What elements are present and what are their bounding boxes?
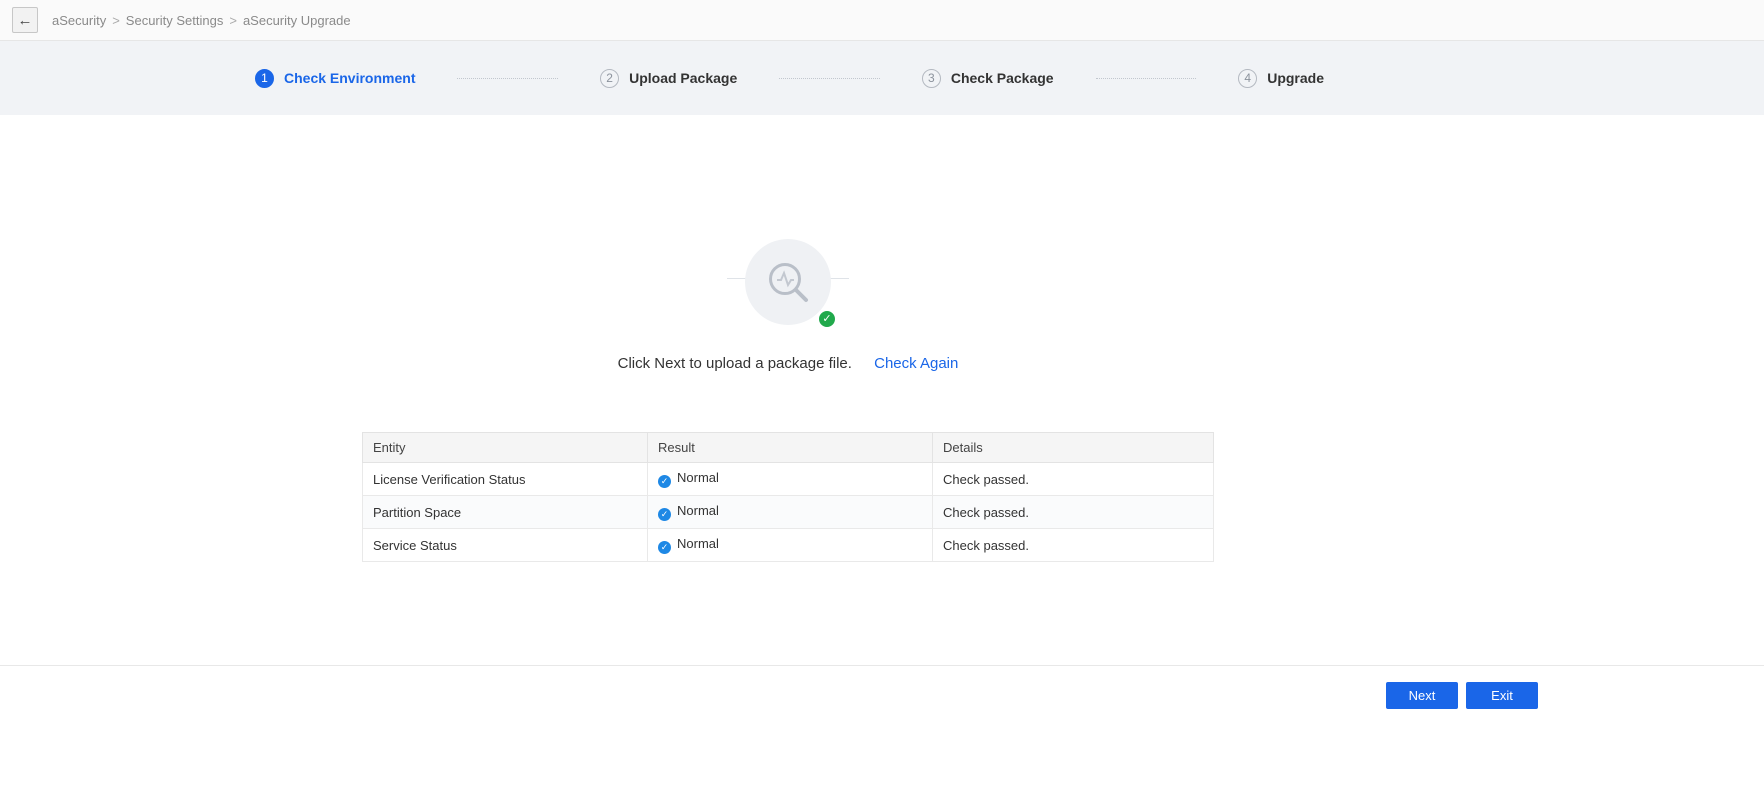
status-message: Click Next to upload a package file. xyxy=(618,355,852,372)
step-check-package: 3 Check Package xyxy=(922,69,1054,88)
result-cell: ✓ Normal xyxy=(648,529,933,562)
step-connector xyxy=(457,78,558,79)
normal-status-icon: ✓ xyxy=(658,508,671,521)
step-number-badge: 2 xyxy=(600,69,619,88)
breadcrumb-separator: > xyxy=(112,13,120,28)
result-cell: ✓ Normal xyxy=(648,463,933,496)
footer-buttons: Next Exit xyxy=(0,666,1764,709)
breadcrumb: aSecurity > Security Settings > aSecurit… xyxy=(52,13,351,28)
column-header-entity: Entity xyxy=(363,433,648,463)
entity-cell: License Verification Status xyxy=(363,463,648,496)
result-text: Normal xyxy=(677,470,719,485)
check-result-illustration: ✓ xyxy=(727,239,849,329)
step-upload-package: 2 Upload Package xyxy=(600,69,737,88)
normal-status-icon: ✓ xyxy=(658,541,671,554)
step-upgrade: 4 Upgrade xyxy=(1238,69,1324,88)
environment-check-table: Entity Result Details License Verificati… xyxy=(362,432,1214,562)
step-connector xyxy=(779,78,880,79)
magnifier-icon xyxy=(765,259,811,305)
result-cell: ✓ Normal xyxy=(648,496,933,529)
table-row: Service Status ✓ Normal Check passed. xyxy=(363,529,1214,562)
step-label: Upgrade xyxy=(1267,70,1324,86)
exit-button[interactable]: Exit xyxy=(1466,682,1538,709)
breadcrumb-separator: > xyxy=(229,13,237,28)
step-label: Upload Package xyxy=(629,70,737,86)
entity-cell: Partition Space xyxy=(363,496,648,529)
table-row: Partition Space ✓ Normal Check passed. xyxy=(363,496,1214,529)
table-header-row: Entity Result Details xyxy=(363,433,1214,463)
breadcrumb-item-asecurity[interactable]: aSecurity xyxy=(52,13,106,28)
step-label: Check Package xyxy=(951,70,1054,86)
status-message-row: Click Next to upload a package file. Che… xyxy=(0,355,1576,372)
entity-cell: Service Status xyxy=(363,529,648,562)
details-cell: Check passed. xyxy=(933,496,1214,529)
result-text: Normal xyxy=(677,503,719,518)
normal-status-icon: ✓ xyxy=(658,475,671,488)
table-row: License Verification Status ✓ Normal Chec… xyxy=(363,463,1214,496)
step-connector xyxy=(1096,78,1197,79)
back-button[interactable]: ← xyxy=(12,7,38,33)
column-header-details: Details xyxy=(933,433,1214,463)
main-content: ✓ Click Next to upload a package file. C… xyxy=(0,239,1576,562)
details-cell: Check passed. xyxy=(933,463,1214,496)
footer-bar: Next Exit xyxy=(0,665,1764,808)
step-check-environment: 1 Check Environment xyxy=(255,69,415,88)
step-label: Check Environment xyxy=(284,70,415,86)
check-again-link[interactable]: Check Again xyxy=(874,355,958,372)
top-bar: ← aSecurity > Security Settings > aSecur… xyxy=(0,0,1764,41)
step-number-badge: 4 xyxy=(1238,69,1257,88)
breadcrumb-item-asecurity-upgrade: aSecurity Upgrade xyxy=(243,13,351,28)
step-number-badge: 1 xyxy=(255,69,274,88)
success-check-badge-icon: ✓ xyxy=(817,309,837,329)
breadcrumb-item-security-settings[interactable]: Security Settings xyxy=(126,13,224,28)
step-number-badge: 3 xyxy=(922,69,941,88)
next-button[interactable]: Next xyxy=(1386,682,1458,709)
wizard-stepper: 1 Check Environment 2 Upload Package 3 C… xyxy=(0,41,1764,115)
column-header-result: Result xyxy=(648,433,933,463)
back-arrow-icon: ← xyxy=(18,13,33,28)
details-cell: Check passed. xyxy=(933,529,1214,562)
result-text: Normal xyxy=(677,536,719,551)
